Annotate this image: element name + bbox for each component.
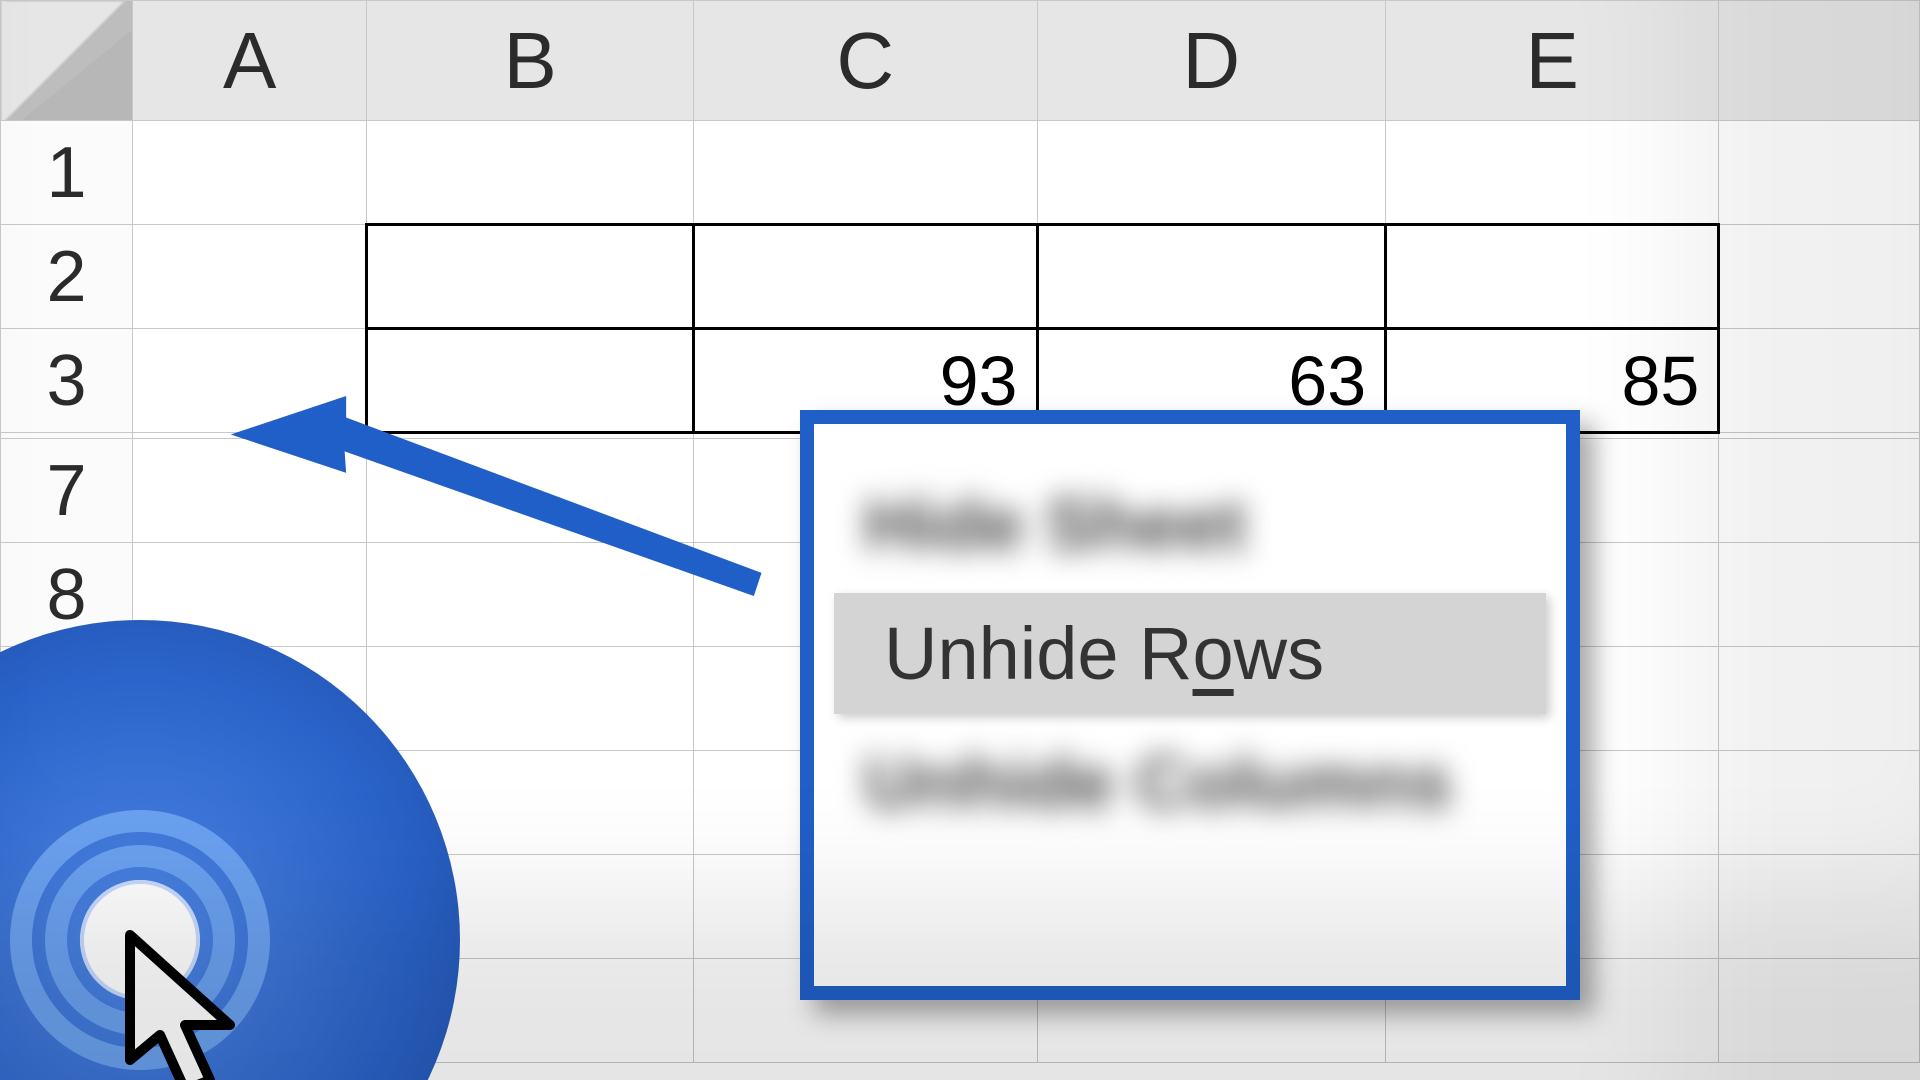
row-header-3[interactable]: 3 — [1, 329, 133, 433]
menu-item-label-underline: o — [1193, 612, 1234, 695]
cell[interactable] — [367, 543, 694, 647]
menu-item-label-pre: Unhide R — [884, 612, 1193, 695]
month-header-feb[interactable]: February — [1037, 225, 1386, 329]
cell[interactable] — [1719, 959, 1920, 1063]
context-menu-popup: Hide Sheet Unhide Rows Unhide Columns — [800, 410, 1580, 1000]
column-header-E[interactable]: E — [1386, 1, 1719, 121]
cursor-arrow-icon — [120, 930, 270, 1080]
cell[interactable] — [694, 121, 1037, 225]
cell[interactable] — [1386, 121, 1719, 225]
menu-item-hide-sheet[interactable]: Hide Sheet — [814, 464, 1566, 585]
cell[interactable] — [1037, 121, 1386, 225]
column-header-C[interactable]: C — [694, 1, 1037, 121]
cell[interactable] — [1719, 121, 1920, 225]
cell[interactable] — [367, 121, 694, 225]
column-header-B[interactable]: B — [367, 1, 694, 121]
table-corner-header[interactable] — [367, 225, 694, 329]
cell[interactable] — [132, 121, 366, 225]
cell[interactable] — [1719, 329, 1920, 433]
cell[interactable] — [367, 647, 694, 751]
cell[interactable] — [1719, 751, 1920, 855]
row-header-7[interactable]: 7 — [1, 439, 133, 543]
column-header-spill[interactable] — [1719, 1, 1920, 121]
column-header-A[interactable]: A — [132, 1, 366, 121]
row-name-john[interactable]: John — [367, 329, 694, 433]
cell[interactable] — [1719, 647, 1920, 751]
menu-item-unhide-columns[interactable]: Unhide Columns — [814, 722, 1566, 843]
select-all-corner[interactable] — [1, 1, 133, 121]
cell[interactable] — [1719, 855, 1920, 959]
menu-item-label-post: ws — [1234, 612, 1324, 695]
month-header-mar[interactable]: March — [1386, 225, 1719, 329]
cell[interactable] — [1719, 543, 1920, 647]
row-header-1[interactable]: 1 — [1, 121, 133, 225]
cell[interactable] — [367, 439, 694, 543]
cell[interactable] — [132, 439, 366, 543]
column-header-D[interactable]: D — [1037, 1, 1386, 121]
month-header-jan[interactable]: January — [694, 225, 1037, 329]
row-header-2[interactable]: 2 — [1, 225, 133, 329]
cell[interactable] — [1719, 225, 1920, 329]
menu-item-unhide-rows[interactable]: Unhide Rows — [834, 593, 1546, 714]
cell[interactable] — [132, 329, 366, 433]
cell[interactable] — [1719, 439, 1920, 543]
cell[interactable] — [132, 225, 366, 329]
